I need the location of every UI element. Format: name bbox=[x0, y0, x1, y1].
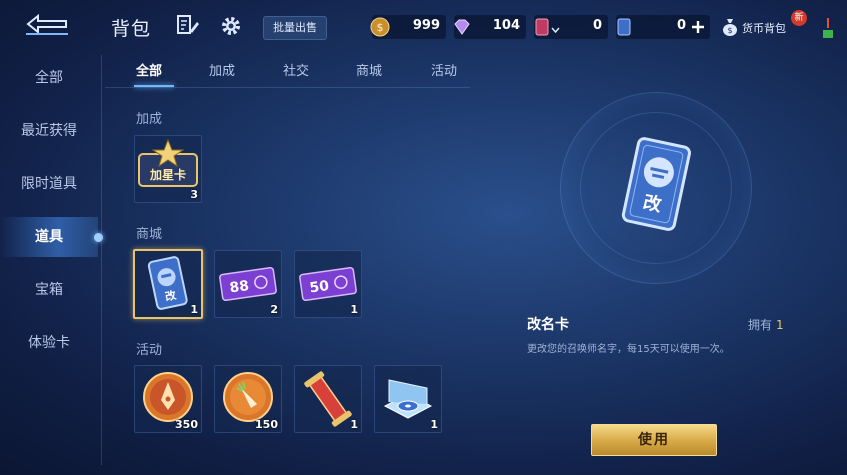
red-card-icon bbox=[535, 18, 549, 36]
tab-mall[interactable]: 商城 bbox=[334, 60, 404, 84]
tab-bonus[interactable]: 加成 bbox=[187, 60, 257, 84]
resource-diamond: 104 bbox=[454, 15, 526, 39]
edit-icon[interactable] bbox=[176, 14, 200, 36]
svg-text:$: $ bbox=[377, 21, 384, 34]
page-title: 背包 bbox=[111, 18, 152, 40]
sidebar-item-trial-card[interactable]: 体验卡 bbox=[0, 323, 98, 363]
use-button[interactable]: 使用 bbox=[591, 424, 717, 456]
money-bag-icon: $ bbox=[723, 19, 737, 36]
detail-description: 更改您的召唤师名字，每15天可以使用一次。 bbox=[527, 344, 730, 355]
detail-item-name: 改名卡 bbox=[527, 317, 569, 333]
detail-owned: 拥有 1 bbox=[748, 318, 784, 332]
section-label-mall: 商城 bbox=[136, 227, 163, 242]
tab-all[interactable]: 全部 bbox=[114, 60, 184, 84]
resource-gold: $ 999 bbox=[370, 15, 446, 39]
tab-event[interactable]: 活动 bbox=[409, 60, 479, 84]
section-label-event: 活动 bbox=[136, 343, 163, 358]
back-arrow-icon[interactable] bbox=[22, 10, 72, 38]
item-slot-scroll[interactable]: 1 bbox=[294, 365, 362, 433]
item-slot-star-card[interactable]: 加星卡 3 bbox=[134, 135, 202, 203]
resource-blue-card[interactable]: 0 bbox=[616, 15, 710, 39]
signal-icon bbox=[821, 16, 835, 40]
item-slot-rename-card[interactable]: 改 1 bbox=[133, 249, 203, 319]
svg-text:50: 50 bbox=[309, 278, 331, 297]
plus-icon[interactable] bbox=[690, 19, 706, 35]
item-slot-disc-box[interactable]: 1 bbox=[374, 365, 442, 433]
rename-card-icon: 改 bbox=[621, 137, 691, 231]
tab-social[interactable]: 社交 bbox=[261, 60, 331, 84]
svg-text:$: $ bbox=[727, 26, 732, 35]
item-slot-coupon-88[interactable]: 88 2 bbox=[214, 250, 282, 318]
gear-icon[interactable] bbox=[219, 14, 243, 38]
item-slot-coupon-50[interactable]: 50 1 bbox=[294, 250, 362, 318]
sidebar-divider bbox=[101, 55, 102, 465]
chevron-down-icon bbox=[551, 27, 560, 34]
sidebar-item-props[interactable]: 道具 bbox=[0, 217, 98, 257]
diamond-icon bbox=[454, 19, 470, 35]
sidebar-item-chest[interactable]: 宝箱 bbox=[0, 270, 98, 310]
item-slot-carrot-medal[interactable]: 150 bbox=[214, 365, 282, 433]
sidebar-item-limited[interactable]: 限时道具 bbox=[0, 164, 98, 204]
section-label-bonus: 加成 bbox=[136, 112, 163, 127]
category-tabs: 全部 加成 社交 商城 活动 bbox=[120, 60, 470, 88]
detail-item-image: 改 bbox=[616, 136, 696, 240]
tab-divider bbox=[105, 87, 470, 88]
sidebar-item-recent[interactable]: 最近获得 bbox=[0, 111, 98, 151]
bulk-sell-button[interactable]: 批量出售 bbox=[263, 16, 327, 40]
new-badge: 新 bbox=[791, 10, 807, 26]
gold-coin-icon: $ bbox=[370, 17, 390, 37]
svg-text:加星卡: 加星卡 bbox=[149, 167, 186, 182]
blue-card-icon bbox=[617, 18, 631, 36]
top-bar: 背包 批量出售 $ 999 104 0 0 $ 货币背包 新 bbox=[0, 0, 847, 52]
resource-red-card[interactable]: 0 bbox=[534, 15, 608, 39]
sidebar-item-all[interactable]: 全部 bbox=[0, 58, 98, 98]
item-slot-pen-medal[interactable]: 350 bbox=[134, 365, 202, 433]
svg-text:88: 88 bbox=[229, 278, 251, 297]
